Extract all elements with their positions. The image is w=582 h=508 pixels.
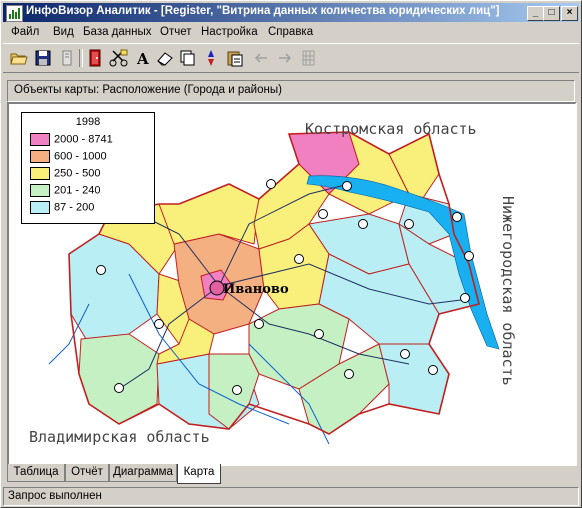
map-objects-label: Объекты карты: Расположение (Города и ра…	[14, 84, 282, 96]
legend-swatch	[30, 133, 50, 146]
neighbor-label-north: Костромская область	[305, 120, 477, 138]
map-view[interactable]: Костромская область Нижегородская област…	[7, 102, 577, 466]
legend-item: 201 - 240	[30, 184, 100, 198]
font-icon[interactable]: A	[133, 48, 153, 68]
menu-settings[interactable]: Настройка	[201, 26, 258, 38]
grid-icon[interactable]	[299, 48, 319, 68]
legend-year: 1998	[75, 116, 101, 128]
menu-database[interactable]: База данных	[83, 26, 152, 38]
close-button[interactable]: ×	[561, 6, 578, 21]
tab-map[interactable]: Карта	[177, 464, 221, 484]
town-marker	[232, 385, 242, 395]
back-arrow-icon[interactable]	[251, 48, 271, 68]
title-bar[interactable]: ИнфоВизор Аналитик - [Register, "Витрина…	[3, 3, 579, 22]
town-marker	[254, 319, 264, 329]
menu-report[interactable]: Отчет	[160, 26, 192, 38]
legend-label: 201 - 240	[54, 184, 101, 197]
status-text: Запрос выполнен	[8, 490, 102, 502]
paste-icon[interactable]	[225, 48, 245, 68]
town-marker	[344, 369, 354, 379]
app-icon	[6, 5, 23, 22]
town-marker	[404, 219, 414, 229]
town-marker	[114, 383, 124, 393]
tab-chart[interactable]: Диаграмма	[109, 464, 177, 482]
open-folder-icon[interactable]	[9, 48, 29, 68]
tab-table[interactable]: Таблица	[7, 464, 65, 482]
legend-item: 87 - 200	[30, 201, 94, 215]
town-marker	[460, 293, 470, 303]
forward-arrow-icon[interactable]	[275, 48, 295, 68]
toolbar: A	[3, 43, 579, 73]
legend-label: 87 - 200	[54, 201, 95, 214]
legend-item: 250 - 500	[30, 167, 100, 181]
status-bar: Запрос выполнен	[3, 487, 579, 506]
legend-swatch	[30, 201, 50, 214]
town-marker	[294, 254, 304, 264]
town-marker	[96, 265, 106, 275]
app-window: ИнфоВизор Аналитик - [Register, "Витрина…	[0, 0, 582, 508]
menu-view[interactable]: Вид	[53, 26, 74, 38]
maximize-button[interactable]: □	[543, 6, 560, 21]
town-marker	[428, 365, 438, 375]
cut-icon[interactable]	[109, 48, 129, 68]
town-marker	[342, 181, 352, 191]
town-marker	[400, 349, 410, 359]
map-objects-line: Объекты карты: Расположение (Города и ра…	[7, 80, 575, 102]
legend-label: 2000 - 8741	[54, 133, 113, 146]
neighbor-label-east: Нижегородская область	[499, 196, 517, 386]
eraser-icon[interactable]	[155, 48, 175, 68]
exit-door-icon[interactable]	[85, 48, 105, 68]
legend-swatch	[30, 184, 50, 197]
view-tabs: Таблица Отчёт Диаграмма Карта	[7, 464, 573, 484]
town-marker	[314, 329, 324, 339]
legend-item: 2000 - 8741	[30, 133, 113, 147]
town-marker	[358, 219, 368, 229]
tab-report[interactable]: Отчёт	[65, 464, 109, 482]
town-marker	[452, 212, 462, 222]
capital-city-label: Иваново	[223, 282, 289, 297]
legend-item: 600 - 1000	[30, 150, 107, 164]
pin-icon[interactable]	[201, 48, 221, 68]
legend-label: 250 - 500	[54, 167, 101, 180]
town-marker	[154, 319, 164, 329]
svg-text:A: A	[136, 50, 149, 68]
minimize-button[interactable]: _	[527, 6, 544, 21]
town-marker	[318, 209, 328, 219]
legend-label: 600 - 1000	[54, 150, 107, 163]
town-marker	[464, 251, 474, 261]
legend-swatch	[30, 167, 50, 180]
menu-help[interactable]: Справка	[268, 26, 313, 38]
town-marker	[266, 179, 276, 189]
neighbor-label-south: Владимирская область	[29, 428, 210, 446]
window-title: ИнфоВизор Аналитик - [Register, "Витрина…	[26, 5, 500, 17]
menu-file[interactable]: Файл	[11, 26, 39, 38]
save-icon[interactable]	[33, 48, 53, 68]
copy-icon[interactable]	[177, 48, 197, 68]
legend-swatch	[30, 150, 50, 163]
document-icon[interactable]	[57, 48, 77, 68]
map-legend: 1998 2000 - 8741 600 - 1000 250 - 500 20…	[21, 112, 155, 224]
menu-bar: Файл Вид База данных Отчет Настройка Спр…	[3, 23, 579, 41]
capital-marker	[209, 280, 225, 296]
toolbar-separator	[79, 49, 83, 67]
